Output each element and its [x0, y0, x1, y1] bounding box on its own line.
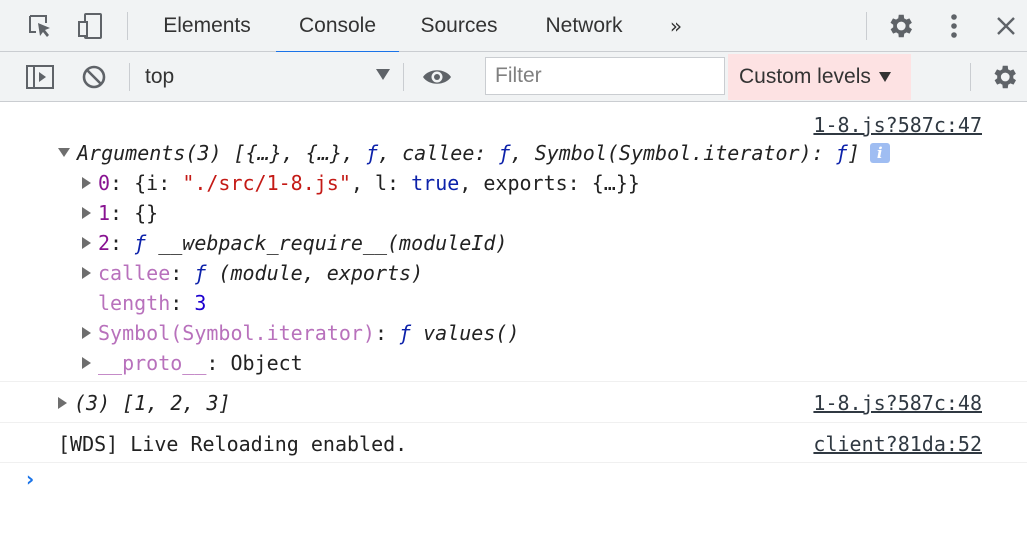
expand-triangle-icon[interactable] — [58, 396, 67, 409]
inspect-element-icon[interactable] — [24, 10, 56, 42]
info-icon[interactable]: i — [869, 142, 890, 163]
close-icon[interactable] — [990, 10, 1022, 42]
dropdown-caret-icon — [376, 69, 390, 80]
more-tabs-button[interactable]: » — [660, 0, 692, 52]
expand-triangle-icon[interactable] — [58, 148, 70, 157]
console-message: 1-8.js?587c:47 Arguments(3) [{…}, {…}, ƒ… — [0, 103, 1027, 382]
tab-label: Network — [545, 14, 623, 37]
property-row[interactable]: callee: ƒ (module, exports) — [82, 261, 423, 285]
expand-triangle-icon[interactable] — [82, 236, 91, 249]
device-toolbar-icon[interactable] — [75, 10, 107, 42]
tab-label: Sources — [420, 14, 498, 37]
console-settings-gear-icon[interactable] — [988, 61, 1020, 93]
filter-input[interactable] — [485, 57, 725, 95]
expand-triangle-icon[interactable] — [82, 176, 91, 189]
expand-triangle-icon[interactable] — [82, 266, 91, 279]
message-source-link[interactable]: 1-8.js?587c:48 — [813, 391, 982, 415]
array-preview[interactable]: (3) [1, 2, 3] — [58, 391, 231, 415]
live-expression-eye-icon[interactable] — [421, 61, 453, 93]
clear-console-icon[interactable] — [78, 61, 110, 93]
toolbar-divider — [127, 12, 128, 40]
message-source-link[interactable]: 1-8.js?587c:47 — [813, 113, 982, 137]
devtools-tab-bar: Elements Console Sources Network » — [0, 0, 1027, 53]
expand-triangle-icon[interactable] — [82, 326, 91, 339]
toolbar-divider — [866, 12, 867, 40]
console-prompt-chevron-icon[interactable]: › — [26, 467, 34, 491]
console-message: (3) [1, 2, 3] 1-8.js?587c:48 — [0, 382, 1027, 423]
context-selector[interactable]: top — [145, 52, 390, 102]
arguments-object-header[interactable]: Arguments(3) [{…}, {…}, ƒ, callee: ƒ, Sy… — [58, 141, 890, 165]
tab-elements[interactable]: Elements — [148, 0, 266, 52]
toolbar-divider — [970, 63, 971, 91]
toolbar-divider — [403, 63, 404, 91]
property-row: length: 3 — [98, 291, 207, 315]
log-levels-dropdown[interactable]: Custom levels — [728, 54, 911, 100]
log-text: [WDS] Live Reloading enabled. — [58, 432, 408, 456]
settings-gear-icon[interactable] — [884, 10, 916, 42]
toolbar-divider — [129, 63, 130, 91]
property-row[interactable]: 0: {i: "./src/1-8.js", l: true, exports:… — [82, 171, 640, 195]
expand-triangle-icon[interactable] — [82, 356, 91, 369]
property-row[interactable]: 2: ƒ __webpack_require__(moduleId) — [82, 231, 507, 255]
tab-label: Elements — [163, 14, 251, 37]
tab-sources[interactable]: Sources — [406, 0, 512, 52]
chevron-double-right-icon: » — [669, 14, 683, 38]
property-row[interactable]: __proto__: Object — [82, 351, 303, 375]
property-row[interactable]: 1: {} — [82, 201, 158, 225]
tab-console[interactable]: Console — [276, 0, 399, 53]
sidebar-toggle-icon[interactable] — [24, 61, 56, 93]
log-levels-label: Custom levels — [739, 65, 871, 88]
context-value: top — [145, 65, 175, 88]
tab-label: Console — [298, 14, 377, 37]
more-options-vertical-icon[interactable] — [938, 10, 970, 42]
dropdown-caret-icon — [878, 72, 891, 82]
tab-network[interactable]: Network — [527, 0, 641, 52]
expand-triangle-icon[interactable] — [82, 206, 91, 219]
property-row[interactable]: Symbol(Symbol.iterator): ƒ values() — [82, 321, 519, 345]
console-message: [WDS] Live Reloading enabled. client?81d… — [0, 423, 1027, 463]
message-source-link[interactable]: client?81da:52 — [813, 432, 982, 456]
